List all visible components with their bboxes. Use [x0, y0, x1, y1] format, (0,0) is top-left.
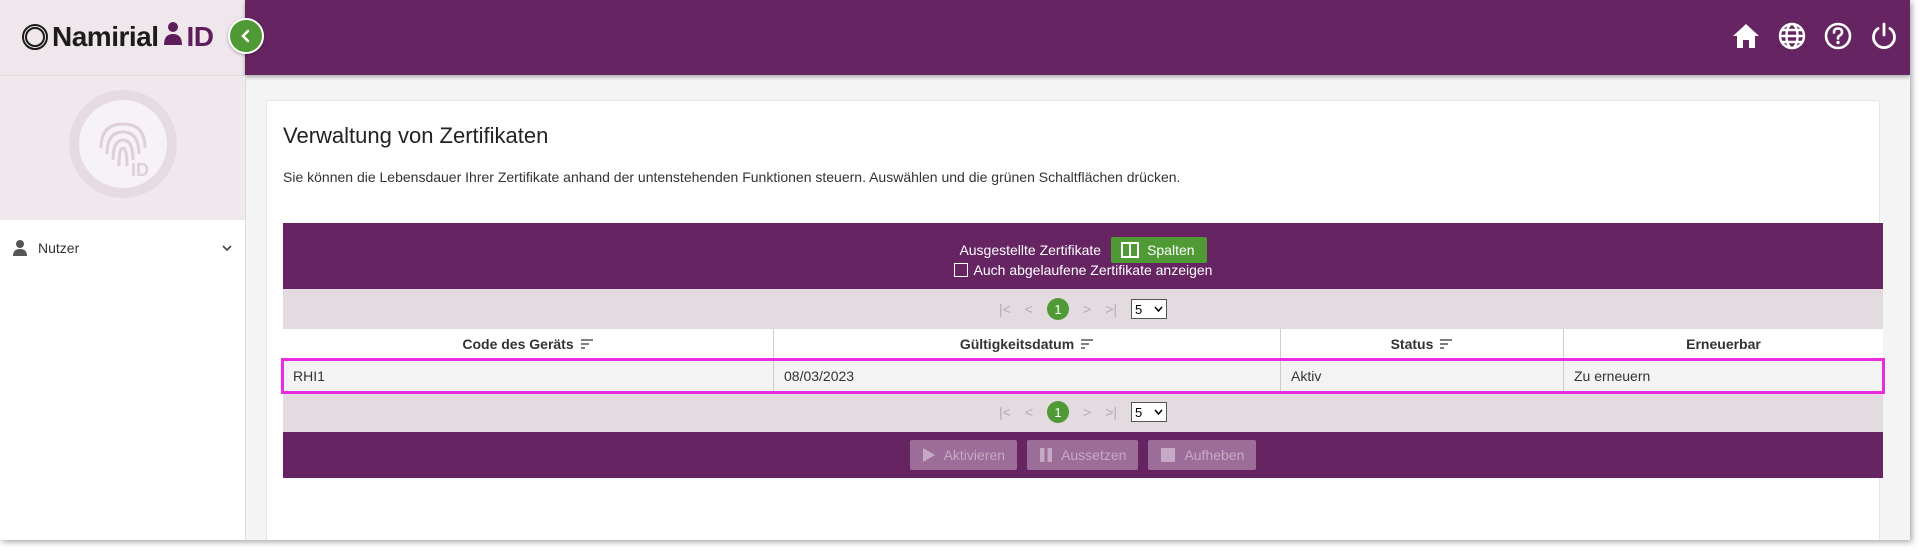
suspend-button-label: Aussetzen	[1061, 447, 1127, 463]
show-expired-checkbox[interactable]	[953, 263, 968, 277]
columns-icon	[1121, 242, 1140, 258]
logo-id: ID	[186, 20, 215, 52]
current-page[interactable]: 1	[1047, 298, 1069, 320]
table-header: Ausgestellte Zertifikate Spalten Auch ab…	[283, 223, 1883, 289]
columns-button-label: Spalten	[1147, 242, 1195, 258]
chevron-left-icon	[241, 29, 250, 43]
sort-icon[interactable]	[1080, 339, 1094, 349]
page-description: Sie können die Lebensdauer Ihrer Zertifi…	[283, 169, 1181, 185]
next-page-icon[interactable]: >	[1083, 404, 1091, 420]
first-page-icon[interactable]: |<	[999, 404, 1011, 420]
play-icon	[922, 448, 935, 462]
show-expired-label[interactable]: Auch abgelaufene Zertifikate anzeigen	[974, 262, 1213, 278]
column-header-label: Gültigkeitsdatum	[959, 336, 1075, 352]
logo: Namirial ID	[22, 20, 214, 53]
page-size-value: 5	[1135, 301, 1143, 317]
activate-button-label: Aktivieren	[943, 447, 1006, 463]
column-header-label: Erneuerbar	[1686, 336, 1761, 352]
chevron-down-icon	[1154, 306, 1163, 312]
cell-status: Aktiv	[1281, 360, 1564, 392]
table-caption: Ausgestellte Zertifikate	[959, 242, 1102, 258]
sort-icon[interactable]	[1439, 339, 1453, 349]
actions-bar: Aktivieren Aussetzen Aufheben	[283, 432, 1883, 478]
next-page-icon[interactable]: >	[1083, 301, 1091, 317]
pause-icon	[1040, 448, 1053, 462]
chevron-down-icon	[222, 245, 232, 252]
logo-ring-icon	[22, 23, 48, 50]
page-size-select[interactable]: 5	[1131, 402, 1167, 422]
cell-code: RHI1	[283, 360, 774, 392]
column-header-status[interactable]: Status	[1281, 329, 1564, 359]
column-header-renewable[interactable]: Erneuerbar	[1564, 329, 1883, 359]
current-page[interactable]: 1	[1047, 401, 1069, 423]
chevron-down-icon	[1154, 409, 1163, 415]
avatar: ID	[0, 76, 245, 220]
certificates-table: Ausgestellte Zertifikate Spalten Auch ab…	[281, 223, 1885, 479]
columns-button[interactable]: Spalten	[1111, 237, 1207, 263]
fingerprint-avatar-icon: ID	[68, 90, 177, 198]
power-icon[interactable]	[1868, 20, 1900, 52]
activate-button[interactable]: Aktivieren	[909, 440, 1018, 470]
last-page-icon[interactable]: >|	[1105, 301, 1117, 317]
logo-text: Namirial	[52, 20, 159, 52]
sidebar-item-nutzer[interactable]: Nutzer	[0, 228, 245, 268]
pager-top: |< < 1 > >| 5	[283, 289, 1883, 329]
sidebar: ID Nutzer	[0, 76, 246, 540]
sort-icon[interactable]	[580, 339, 594, 349]
table-row[interactable]: RHI1 08/03/2023 Aktiv Zu erneuern	[281, 358, 1885, 394]
prev-page-icon[interactable]: <	[1025, 301, 1033, 317]
user-icon	[13, 240, 27, 256]
prev-page-icon[interactable]: <	[1025, 404, 1033, 420]
svg-text:ID: ID	[131, 160, 149, 180]
suspend-button[interactable]: Aussetzen	[1027, 440, 1139, 470]
logo-person-icon	[163, 20, 183, 53]
column-header-date[interactable]: Gültigkeitsdatum	[774, 329, 1281, 359]
page-size-value: 5	[1135, 404, 1143, 420]
column-header-label: Code des Geräts	[462, 336, 574, 352]
revoke-button[interactable]: Aufheben	[1148, 440, 1257, 470]
logo-bar: Namirial ID	[0, 0, 245, 76]
app-window: Namirial ID ID Nutzer Verwaltung von Zer…	[0, 0, 1910, 540]
last-page-icon[interactable]: >|	[1105, 404, 1117, 420]
stop-icon	[1161, 448, 1176, 462]
column-header-label: Status	[1390, 336, 1434, 352]
help-icon[interactable]	[1822, 20, 1854, 52]
sidebar-collapse-button[interactable]	[228, 18, 264, 54]
page-size-select[interactable]: 5	[1131, 299, 1167, 319]
column-header-code[interactable]: Code des Geräts	[283, 329, 774, 359]
sidebar-item-label: Nutzer	[38, 240, 80, 256]
cell-date: 08/03/2023	[774, 360, 1281, 392]
cell-renewable: Zu erneuern	[1574, 368, 1651, 384]
pager-bottom: |< < 1 > >| 5	[283, 392, 1883, 432]
home-icon[interactable]	[1730, 20, 1762, 52]
content-card: Verwaltung von Zertifikaten Sie können d…	[266, 100, 1885, 540]
globe-icon[interactable]	[1776, 20, 1808, 52]
page-title: Verwaltung von Zertifikaten	[283, 123, 549, 148]
top-bar	[245, 0, 1910, 75]
revoke-button-label: Aufheben	[1184, 447, 1245, 463]
first-page-icon[interactable]: |<	[999, 301, 1011, 317]
column-headers: Code des Geräts Gültigkeitsdatum Status …	[283, 329, 1883, 360]
